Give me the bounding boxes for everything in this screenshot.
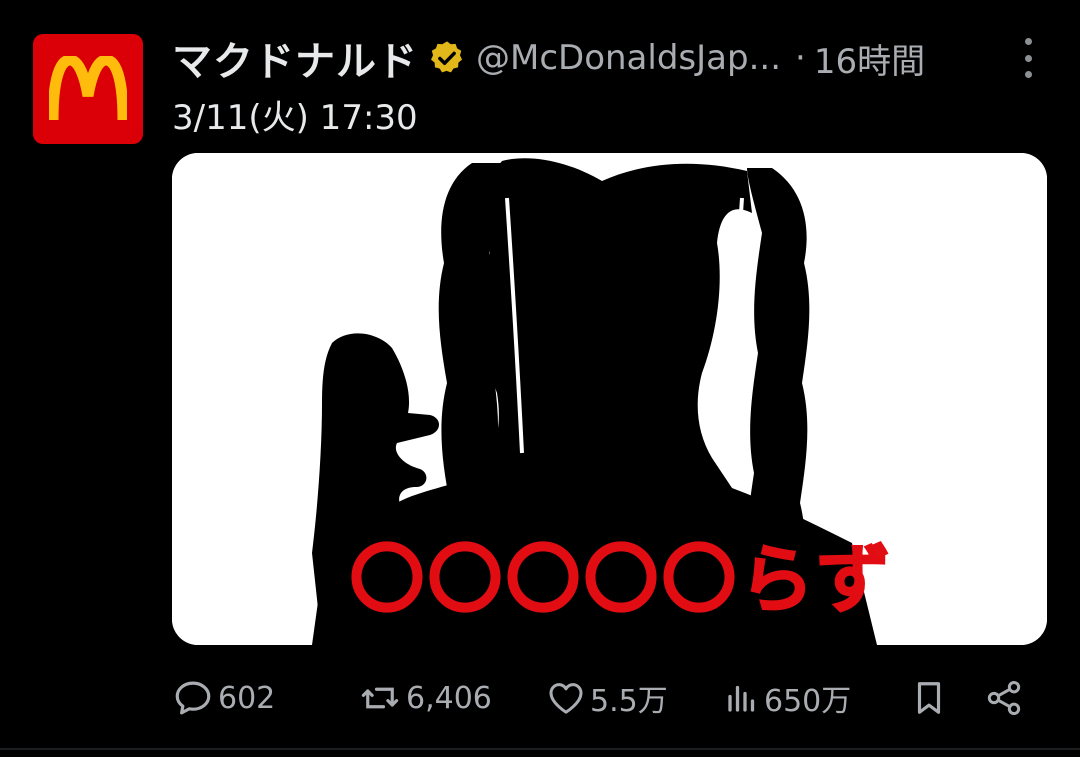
post-card[interactable]: マクドナルド @McDonaldsJap... · 16時間 3/11(火) 1… bbox=[0, 0, 1080, 757]
post-header: マクドナルド @McDonaldsJap... · 16時間 bbox=[172, 30, 1042, 86]
repost-count: 6,406 bbox=[406, 680, 492, 716]
header-separator: · bbox=[795, 38, 806, 78]
media-overlay-text: 〇〇〇〇〇らず bbox=[349, 536, 895, 624]
reply-icon bbox=[175, 681, 211, 715]
bookmark-button[interactable] bbox=[910, 668, 948, 728]
post-timestamp[interactable]: 16時間 bbox=[814, 34, 925, 83]
like-button[interactable]: 5.5万 bbox=[546, 668, 668, 728]
repost-icon bbox=[361, 687, 399, 709]
share-button[interactable] bbox=[984, 668, 1024, 728]
heart-icon bbox=[549, 683, 583, 714]
bookmark-icon bbox=[917, 682, 941, 714]
views-count: 650万 bbox=[764, 684, 852, 719]
mcdonalds-logo-icon bbox=[49, 56, 127, 121]
reply-count: 602 bbox=[218, 680, 276, 716]
author-name[interactable]: マクドナルド bbox=[172, 29, 418, 87]
post-text: 3/11(火) 17:30 bbox=[172, 98, 418, 138]
reply-button[interactable]: 602 bbox=[172, 668, 275, 728]
views-icon bbox=[728, 685, 755, 712]
like-count: 5.5万 bbox=[590, 684, 668, 719]
author-handle[interactable]: @McDonaldsJap... bbox=[476, 38, 781, 78]
action-bar: 602 6,406 5.5万 650万 bbox=[172, 668, 1042, 728]
avatar[interactable] bbox=[33, 34, 143, 144]
share-icon bbox=[987, 681, 1021, 715]
divider bbox=[0, 748, 1080, 750]
views-button[interactable]: 650万 bbox=[724, 668, 851, 728]
verified-badge-icon[interactable] bbox=[428, 39, 466, 77]
more-options-icon[interactable] bbox=[1016, 38, 1040, 78]
repost-button[interactable]: 6,406 bbox=[358, 668, 492, 728]
